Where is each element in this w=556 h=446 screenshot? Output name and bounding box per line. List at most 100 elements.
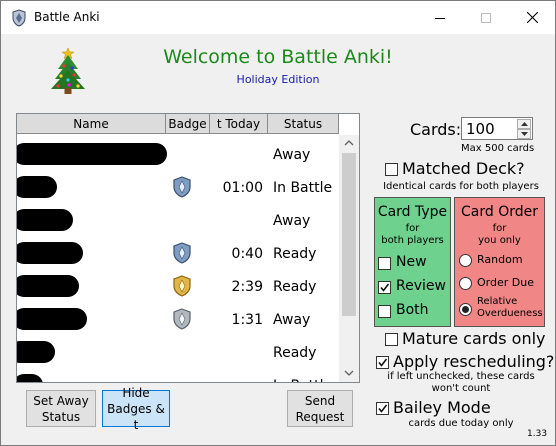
close-icon <box>526 12 538 23</box>
apply-rescheduling-checkbox[interactable] <box>376 356 389 369</box>
mature-cards-label: Mature cards only <box>402 329 546 348</box>
card-type-new-checkbox[interactable] <box>378 257 391 270</box>
status-cell: In Battle <box>273 369 339 383</box>
players-list[interactable]: Name Badge t Today Status Away 01:00 In Ba… <box>16 113 360 383</box>
max-cards-note: Max 500 cards <box>461 143 535 154</box>
status-cell: Away <box>273 311 311 328</box>
card-type-panel: Card Type for both players New Review Bo… <box>374 197 451 327</box>
cards-count-value[interactable]: 100 <box>466 120 495 138</box>
card-type-review-label: Review <box>396 278 446 294</box>
status-cell: Ready <box>273 344 317 361</box>
card-type-title: Card Type <box>377 204 448 220</box>
cards-count-spinner[interactable]: 100 <box>461 117 533 140</box>
set-away-status-button[interactable]: Set Away Status <box>26 390 96 427</box>
time-today-cell: 1:31 <box>231 311 263 328</box>
version-label: 1.33 <box>527 429 548 439</box>
order-overdueness-label: Overdueness <box>477 308 543 319</box>
redacted-player-name <box>17 374 43 382</box>
redacted-player-name <box>17 143 167 165</box>
table-row[interactable]: 01:00 In Battle <box>17 171 339 204</box>
maximize-button[interactable] <box>463 1 509 34</box>
status-cell: In Battle <box>273 179 333 196</box>
time-today-cell <box>213 204 263 237</box>
table-row[interactable]: Ready <box>17 336 339 369</box>
column-header-name[interactable]: Name <box>17 114 166 134</box>
table-row[interactable]: 2:39 Ready <box>17 270 339 303</box>
bailey-mode-note: cards due today only <box>408 418 514 429</box>
redacted-player-name <box>17 209 73 231</box>
card-type-both-label: Both <box>396 302 429 318</box>
redacted-player-name <box>17 242 83 264</box>
table-row[interactable]: In Battle <box>17 369 339 383</box>
mature-cards-checkbox[interactable] <box>385 333 398 346</box>
table-row[interactable]: Away <box>17 138 339 171</box>
window-title: Battle Anki <box>34 10 100 24</box>
redacted-player-name <box>17 275 79 297</box>
table-row[interactable]: 0:40 Ready <box>17 237 339 270</box>
silver-badge-icon <box>173 308 191 330</box>
cards-decrement-button[interactable] <box>517 129 531 139</box>
card-order-title: Card Order <box>461 204 538 220</box>
status-cell: Away <box>273 212 311 229</box>
time-today-cell <box>213 336 263 369</box>
order-random-radio[interactable] <box>459 254 472 267</box>
cards-increment-button[interactable] <box>517 119 531 129</box>
scroll-down-arrow-icon[interactable] <box>344 370 354 376</box>
blue-badge-icon <box>173 242 191 264</box>
order-due-label: Order Due <box>477 276 534 289</box>
matched-deck-note: Identical cards for both players <box>383 181 539 192</box>
order-random-label: Random <box>477 253 523 266</box>
bailey-mode-label: Bailey Mode <box>393 398 491 417</box>
matched-deck-checkbox[interactable] <box>385 163 398 176</box>
card-type-review-checkbox[interactable] <box>378 281 391 294</box>
blue-badge-icon <box>173 176 191 198</box>
order-relative-label: Relative <box>477 296 518 307</box>
send-request-button[interactable]: Send Request <box>287 390 353 427</box>
title-bar: Battle Anki <box>1 1 555 34</box>
spin-down-icon <box>520 132 528 136</box>
scroll-up-arrow-icon[interactable] <box>344 140 354 146</box>
minimize-icon <box>435 17 445 19</box>
column-header-status[interactable]: Status <box>268 114 339 134</box>
table-row[interactable]: Away <box>17 204 339 237</box>
time-today-cell <box>213 369 263 382</box>
card-order-sub-you: you only <box>478 235 521 246</box>
minimize-button[interactable] <box>417 1 463 34</box>
redacted-player-name <box>17 341 55 363</box>
card-order-panel: Card Order for you only Random Order Due… <box>454 197 545 327</box>
order-due-radio[interactable] <box>459 277 472 290</box>
time-today-cell <box>213 138 263 171</box>
redacted-player-name <box>17 176 57 198</box>
table-row[interactable]: 1:31 Away <box>17 303 339 336</box>
column-header-badge[interactable]: Badge <box>166 114 210 134</box>
app-window: Battle Anki Welcome to Battle Anki! Holi… <box>0 0 556 446</box>
radio-selected-dot <box>462 306 469 313</box>
card-type-new-label: New <box>396 254 427 270</box>
card-order-sub-for: for <box>492 223 507 234</box>
players-list-scrollbar[interactable] <box>339 135 359 382</box>
edition-subtitle: Holiday Edition <box>236 73 320 86</box>
scrollbar-thumb[interactable] <box>342 153 356 316</box>
bailey-mode-checkbox[interactable] <box>376 402 389 415</box>
rescheduling-note-line2: won't count <box>431 383 491 394</box>
players-list-header: Name Badge t Today Status <box>17 114 359 135</box>
apply-rescheduling-label: Apply rescheduling? <box>393 352 555 371</box>
hide-badges-button[interactable]: Hide Badges & t <box>102 386 170 432</box>
checkmark-icon <box>378 358 388 367</box>
time-today-cell: 0:40 <box>231 245 263 262</box>
order-relative-overdueness-radio[interactable] <box>459 303 472 316</box>
welcome-heading: Welcome to Battle Anki! <box>163 46 393 68</box>
card-type-both-checkbox[interactable] <box>378 305 391 318</box>
cards-label: Cards: <box>410 120 462 139</box>
checkmark-icon <box>378 404 388 413</box>
gold-badge-icon <box>173 275 191 297</box>
redacted-player-name <box>17 308 87 330</box>
status-cell: Ready <box>273 278 317 295</box>
column-header-time-today[interactable]: t Today <box>210 114 268 134</box>
spin-up-icon <box>520 122 528 126</box>
card-type-sub-players: both players <box>381 235 444 246</box>
close-button[interactable] <box>509 1 555 34</box>
time-today-cell: 01:00 <box>222 179 263 196</box>
matched-deck-label: Matched Deck? <box>402 159 525 178</box>
status-cell: Ready <box>273 245 317 262</box>
